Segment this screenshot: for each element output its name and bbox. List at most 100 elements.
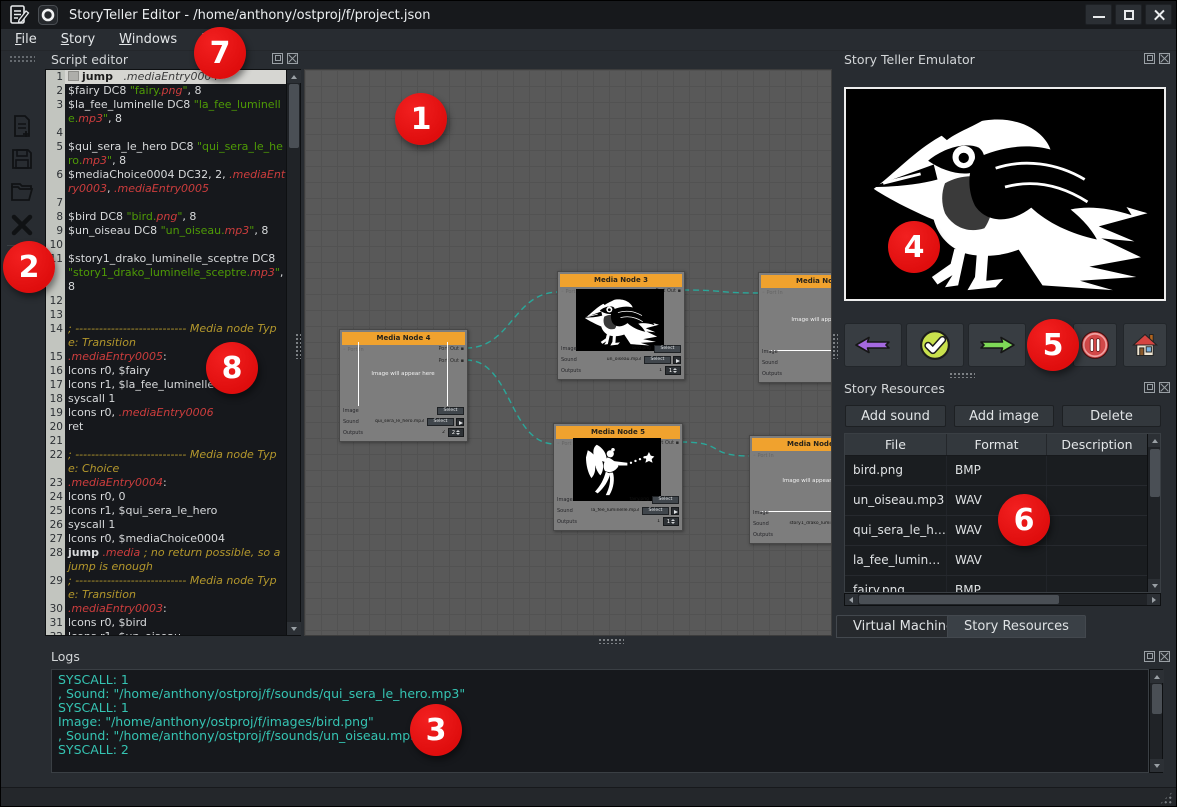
port-in[interactable]: ◦ Port In — [753, 453, 774, 459]
line-content[interactable]: syscall 1 — [65, 392, 286, 406]
line-content[interactable]: lcons r0, 0 — [65, 490, 286, 504]
code-line[interactable]: 3$la_fee_luminelle DC8 "la_fee_luminelle… — [46, 98, 286, 126]
line-content[interactable]: $qui_sera_le_hero DC8 "qui_sera_le_hero.… — [65, 140, 286, 168]
line-content[interactable]: ; ---------------------------- Media nod… — [65, 574, 286, 602]
code-line[interactable]: 13 — [46, 308, 286, 322]
line-content[interactable]: ; ---------------------------- Media nod… — [65, 322, 286, 350]
line-content[interactable] — [65, 238, 286, 252]
table-scrollbar[interactable] — [1147, 434, 1161, 592]
line-content[interactable]: jump .mediaEntry0004 — [65, 70, 286, 84]
close-panel-icon[interactable] — [287, 53, 298, 64]
table-row[interactable]: la_fee_luminelle.mp3WAV — [845, 546, 1147, 576]
line-content[interactable]: ; ---------------------------- Media nod… — [65, 448, 286, 476]
logs-scrollbar[interactable] — [1149, 669, 1163, 773]
logs-output[interactable]: SYSCALL: 1, Sound: "/home/anthony/ostpro… — [51, 669, 1149, 773]
line-content[interactable]: $un_oiseau DC8 "un_oiseau.mp3", 8 — [65, 224, 286, 238]
emulator-back-button[interactable] — [844, 323, 902, 367]
line-content[interactable] — [65, 434, 286, 448]
code-line[interactable]: 1jump .mediaEntry0004 — [46, 70, 286, 84]
line-content[interactable]: .mediaEntry0004: — [65, 476, 286, 490]
left-splitter-handle[interactable] — [295, 333, 301, 359]
add-sound-button[interactable]: Add sound — [845, 405, 946, 427]
emulator-pause-button[interactable] — [1073, 323, 1117, 367]
line-content[interactable]: .mediaEntry0003: — [65, 602, 286, 616]
emulator-forward-button[interactable] — [968, 323, 1026, 367]
node-title[interactable]: Media Node 6 — [752, 438, 832, 451]
close-project-icon[interactable] — [9, 212, 35, 238]
bottom-splitter-handle[interactable] — [598, 638, 624, 644]
port-in[interactable]: ◦ Port In — [762, 290, 783, 296]
table-row[interactable]: un_oiseau.mp3WAV — [845, 486, 1147, 516]
code-line[interactable]: 7 — [46, 196, 286, 210]
code-line[interactable]: 18syscall 1 — [46, 392, 286, 406]
code-line[interactable]: 24lcons r0, 0 — [46, 490, 286, 504]
close-panel-icon[interactable] — [1159, 382, 1170, 393]
menu-file[interactable]: File — [15, 32, 37, 47]
line-content[interactable]: syscall 1 — [65, 518, 286, 532]
float-panel-icon[interactable] — [1144, 382, 1155, 393]
node-title[interactable]: Media Node 3 — [560, 274, 682, 287]
line-content[interactable]: lcons r0, .mediaEntry0006 — [65, 406, 286, 420]
scrollbar-thumb[interactable] — [289, 84, 299, 148]
code-line[interactable]: 22; ---------------------------- Media n… — [46, 448, 286, 476]
speaker-icon[interactable] — [456, 418, 464, 426]
code-line[interactable]: 23.mediaEntry0004: — [46, 476, 286, 490]
code-line[interactable]: 11$story1_drako_luminelle_sceptre DC8 "s… — [46, 252, 286, 294]
line-content[interactable]: $bird DC8 "bird.png", 8 — [65, 210, 286, 224]
close-button[interactable] — [1145, 4, 1172, 25]
line-content[interactable]: jump .media ; no return possible, so a j… — [65, 546, 286, 574]
line-content[interactable] — [65, 126, 286, 140]
code-line[interactable]: 25lcons r1, $qui_sera_le_hero — [46, 504, 286, 518]
select-button[interactable]: Select — [642, 507, 669, 515]
code-line[interactable]: 9$un_oiseau DC8 "un_oiseau.mp3", 8 — [46, 224, 286, 238]
close-panel-icon[interactable] — [1159, 53, 1170, 64]
line-content[interactable]: lcons r0, $bird — [65, 616, 286, 630]
line-content[interactable] — [65, 308, 286, 322]
line-content[interactable] — [65, 196, 286, 210]
emulator-home-button[interactable] — [1123, 323, 1167, 367]
resize-grip[interactable] — [1159, 791, 1173, 805]
media-node[interactable]: Media Node 5◦ Port InPort Out ▪Imagefair… — [553, 423, 683, 531]
scroll-right-arrow[interactable] — [1147, 594, 1160, 605]
node-connection-wire[interactable] — [466, 360, 555, 444]
float-panel-icon[interactable] — [272, 53, 283, 64]
table-horizontal-scrollbar[interactable] — [844, 593, 1161, 606]
column-header-description[interactable]: Description — [1047, 434, 1147, 455]
scroll-up-arrow[interactable] — [1150, 670, 1164, 683]
line-content[interactable]: $story1_drako_luminelle_sceptre DC8 "sto… — [65, 252, 286, 294]
line-content[interactable]: lcons r1, $un_oiseau — [65, 630, 286, 635]
code-line[interactable]: 28jump .media ; no return possible, so a… — [46, 546, 286, 574]
code-line[interactable]: 31lcons r0, $bird — [46, 616, 286, 630]
node-canvas[interactable]: Media Node 4◦ Port InPort Out ▪Port Out … — [304, 69, 832, 636]
code-line[interactable]: 5$qui_sera_le_hero DC8 "qui_sera_le_hero… — [46, 140, 286, 168]
emulator-splitter-handle[interactable] — [949, 372, 975, 378]
code-line[interactable]: 29; ---------------------------- Media n… — [46, 574, 286, 602]
code-line[interactable]: 6$mediaChoice0004 DC32, 2, .mediaEntry00… — [46, 168, 286, 196]
line-content[interactable] — [65, 294, 286, 308]
toolbar-drag-handle[interactable] — [9, 55, 35, 62]
code-line[interactable]: 4 — [46, 126, 286, 140]
speaker-icon[interactable] — [673, 356, 681, 364]
table-row[interactable]: fairy.pngBMP — [845, 576, 1147, 593]
line-content[interactable]: lcons r0, $mediaChoice0004 — [65, 532, 286, 546]
media-node[interactable]: Media Node 2◦ Port InImage will appear h… — [758, 272, 832, 383]
open-folder-icon[interactable] — [9, 179, 35, 205]
node-connection-wire[interactable] — [466, 292, 559, 348]
code-line[interactable]: 20ret — [46, 420, 286, 434]
code-line[interactable]: 26syscall 1 — [46, 518, 286, 532]
select-button[interactable]: Select — [644, 356, 671, 364]
float-panel-icon[interactable] — [1144, 651, 1155, 662]
scrollbar-thumb[interactable] — [1150, 449, 1160, 497]
outputs-spinner[interactable]: 2 — [448, 428, 464, 437]
right-splitter-handle[interactable] — [832, 333, 838, 359]
maximize-button[interactable] — [1115, 4, 1142, 25]
line-content[interactable]: $la_fee_luminelle DC8 "la_fee_luminelle.… — [65, 98, 286, 126]
scrollbar-thumb[interactable] — [1152, 684, 1162, 714]
media-node[interactable]: Media Node 4◦ Port InPort Out ▪Port Out … — [339, 329, 468, 442]
minimize-button[interactable] — [1085, 4, 1112, 25]
scroll-up-arrow[interactable] — [1148, 434, 1161, 447]
select-button[interactable]: Select — [437, 407, 464, 415]
code-line[interactable]: 2$fairy DC8 "fairy.png", 8 — [46, 84, 286, 98]
code-line[interactable]: 10 — [46, 238, 286, 252]
emulator-ok-button[interactable] — [906, 323, 964, 367]
